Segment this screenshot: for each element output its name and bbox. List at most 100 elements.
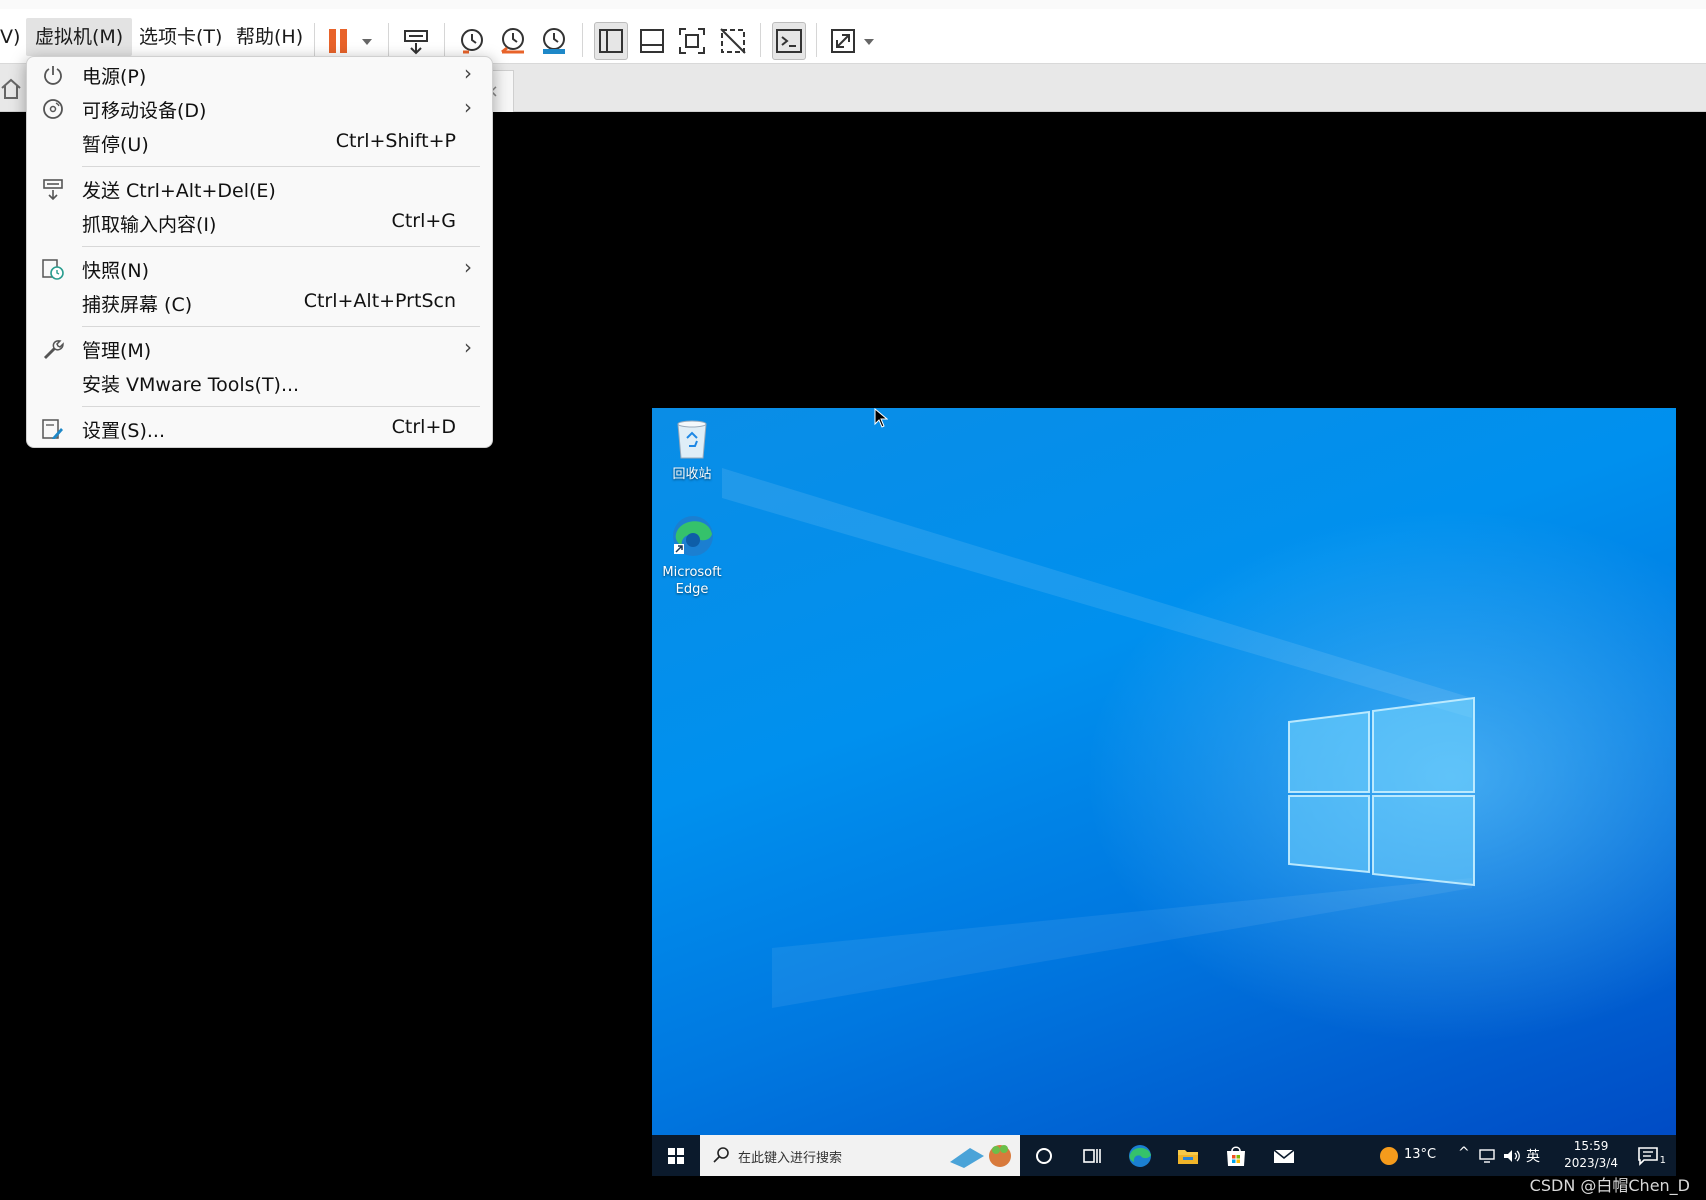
chevron-right-icon: › [464,335,472,359]
fullscreen-icon [679,28,705,54]
notification-count-badge: 1 [1659,1155,1666,1166]
edge-icon [1129,1145,1151,1167]
clock-date: 2023/3/4 [1564,1156,1618,1170]
taskbar-search-box[interactable]: 在此键入进行搜索 [700,1135,1020,1176]
windows-taskbar: 在此键入进行搜索 13°C ^ 英 15:59 2023/3/4 1 [652,1135,1676,1176]
chevron-right-icon: › [464,61,472,85]
home-tab[interactable] [0,76,22,102]
menu-item-shortcut: Ctrl+D [391,416,456,438]
edge-icon [668,512,716,560]
task-view-icon [1083,1149,1101,1163]
menu-item-label: 抓取输入内容(I) [82,214,217,236]
pause-button[interactable] [325,25,375,57]
search-placeholder: 在此键入进行搜索 [738,1151,843,1166]
menu-vm[interactable]: 虚拟机(M) [26,18,133,56]
menu-item-removable-devices[interactable]: 可移动设备(D) › [27,92,492,126]
menu-item-label: 管理(M) [82,340,152,362]
windows-start-icon [668,1148,684,1164]
vm-screen[interactable]: 回收站 Microsoft Edge 在此键入进行搜索 13°C ^ 英 15:… [652,408,1676,1176]
taskbar-clock[interactable]: 15:59 2023/3/4 [1564,1138,1618,1172]
console-icon [776,29,802,53]
task-view-button[interactable] [1078,1142,1106,1170]
menu-help[interactable]: 帮助(H) [227,18,312,56]
settings-icon [41,417,65,441]
snapshot-button[interactable] [456,25,488,57]
mouse-cursor-icon [874,408,888,428]
menu-bar: V) 虚拟机(M) 选项卡(T) 帮助(H) [0,0,1706,64]
revert-snapshot-button[interactable] [497,25,529,57]
menu-separator [82,166,480,167]
tray-chevron-up-icon[interactable]: ^ [1458,1145,1470,1161]
volume-icon[interactable] [1502,1148,1522,1164]
recycle-bin-icon [668,414,716,462]
toolbar-separator [444,23,445,57]
ime-indicator[interactable]: 英 [1526,1146,1540,1166]
toolbar-separator [388,23,389,57]
menu-item-manage[interactable]: 管理(M) › [27,332,492,366]
menu-item-settings[interactable]: 设置(S)... Ctrl+D [27,412,492,446]
menu-item-send-ctrl-alt-del[interactable]: 发送 Ctrl+Alt+Del(E) [27,172,492,206]
unity-icon [720,28,746,54]
clock-time: 15:59 [1573,1139,1609,1153]
vmware-workstation-window: V) 虚拟机(M) 选项卡(T) 帮助(H) 回收站 Microsoft Edg… [0,0,1706,1200]
menu-item-capture-screen[interactable]: 捕获屏幕 (C) Ctrl+Alt+PrtScn [27,286,492,320]
edge-desktop-icon[interactable]: Microsoft Edge [652,512,732,598]
menu-item-label: 可移动设备(D) [82,100,207,122]
watermark-text: CSDN @白帽Chen_D [1529,1176,1690,1195]
network-icon[interactable] [1478,1148,1496,1164]
search-icon [713,1147,729,1163]
menu-item-pause[interactable]: 暂停(U) Ctrl+Shift+P [27,126,492,160]
send-ctrl-alt-del-button[interactable] [400,25,432,57]
snapshot-manager-button[interactable] [538,25,570,57]
toolbar-separator [314,23,315,57]
windows-logo [1288,696,1475,887]
menu-item-label: 暂停(U) [82,134,149,156]
menu-item-label: 设置(S)... [82,420,166,442]
menu-view[interactable]: V) [0,18,29,56]
console-view-button[interactable] [772,22,806,60]
menu-item-label: 电源(P) [82,66,147,88]
chevron-right-icon: › [464,95,472,119]
snapshot-icon [41,257,65,281]
edge-label: Microsoft Edge [662,565,722,597]
snapshot-manager-icon [543,28,565,54]
unity-button[interactable] [717,25,749,57]
show-library-button[interactable] [594,22,628,60]
stretch-guest-button[interactable] [828,25,880,57]
weather-temperature[interactable]: 13°C [1404,1147,1436,1162]
menu-separator [82,406,480,407]
cortana-button[interactable] [1030,1142,1058,1170]
menu-item-grab-input[interactable]: 抓取输入内容(I) Ctrl+G [27,206,492,240]
menu-separator [82,326,480,327]
store-button[interactable] [1222,1142,1250,1170]
toolbar-separator [760,23,761,57]
power-icon [41,63,65,87]
thumbnail-bar-button[interactable] [636,25,668,57]
revert-snapshot-icon [501,28,524,54]
search-highlight-icon [950,1145,1011,1168]
taskbar-edge-button[interactable] [1126,1142,1154,1170]
snapshot-icon [461,29,483,54]
fullscreen-button[interactable] [676,25,708,57]
menu-item-power[interactable]: 电源(P) › [27,58,492,92]
menu-item-shortcut: Ctrl+Alt+PrtScn [303,290,456,312]
vm-menu-dropdown: 电源(P) › 可移动设备(D) › 暂停(U) Ctrl+Shift+P 发送… [26,56,493,448]
stretch-icon [831,29,874,53]
menu-tabs[interactable]: 选项卡(T) [130,18,231,56]
home-icon [1,78,21,99]
start-button[interactable] [652,1135,700,1176]
disc-icon [41,97,65,121]
mail-button[interactable] [1270,1142,1298,1170]
file-explorer-button[interactable] [1174,1142,1202,1170]
send-keys-icon [41,177,65,201]
toolbar-separator [582,23,583,57]
menu-item-snapshot[interactable]: 快照(N) › [27,252,492,286]
menu-item-label: 捕获屏幕 (C) [82,294,193,316]
recycle-bin-label: 回收站 [672,467,712,482]
send-keys-icon [404,30,428,55]
recycle-bin-desktop-icon[interactable]: 回收站 [652,414,732,483]
action-center-icon[interactable] [1636,1144,1660,1168]
menu-item-shortcut: Ctrl+G [391,210,456,232]
menu-item-install-vmware-tools[interactable]: 安装 VMware Tools(T)... [27,366,492,400]
menu-item-label: 安装 VMware Tools(T)... [82,374,300,396]
